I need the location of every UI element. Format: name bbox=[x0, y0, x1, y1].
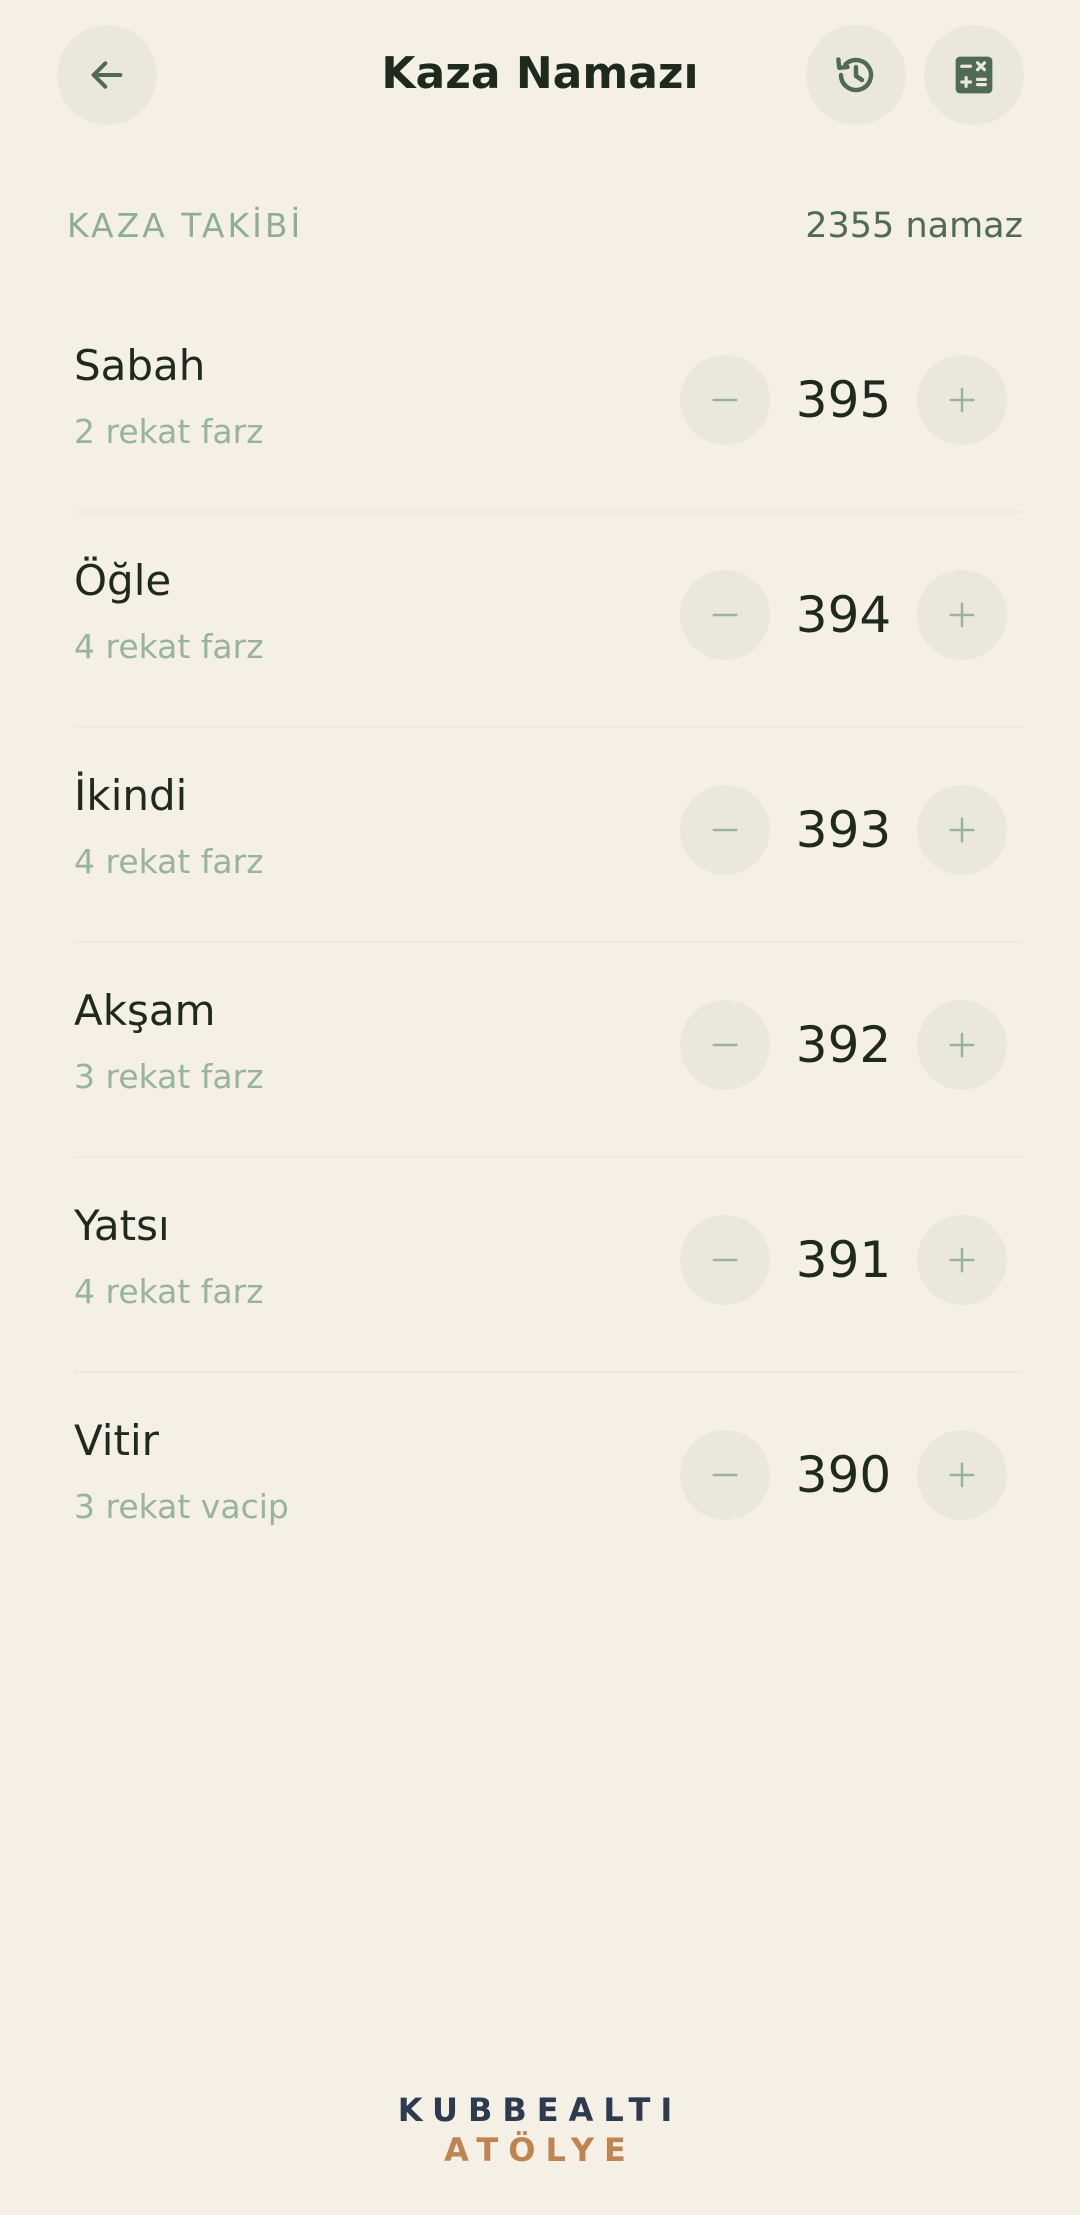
prayer-row-sabah: Sabah 2 rekat farz 395 bbox=[0, 298, 1080, 513]
prayer-count: 392 bbox=[795, 1016, 892, 1074]
prayer-name: Vitir bbox=[74, 1416, 159, 1465]
minus-icon bbox=[712, 1043, 738, 1047]
increment-button[interactable] bbox=[917, 1000, 1007, 1090]
plus-icon bbox=[949, 817, 975, 843]
prayer-row-ikindi: İkindi 4 rekat farz 393 bbox=[0, 728, 1080, 943]
prayer-row-yatsi: Yatsı 4 rekat farz 391 bbox=[0, 1158, 1080, 1373]
minus-icon bbox=[712, 1258, 738, 1262]
decrement-button[interactable] bbox=[680, 1000, 770, 1090]
increment-button[interactable] bbox=[917, 355, 1007, 445]
brand-logo-line1: KUBBEALTI bbox=[397, 2091, 683, 2129]
increment-button[interactable] bbox=[917, 570, 1007, 660]
prayer-row-ogle: Öğle 4 rekat farz 394 bbox=[0, 513, 1080, 728]
section-label: KAZA TAKİBİ bbox=[67, 206, 304, 245]
decrement-button[interactable] bbox=[680, 1215, 770, 1305]
minus-icon bbox=[712, 1473, 738, 1477]
history-icon bbox=[836, 57, 874, 93]
prayer-detail: 4 rekat farz bbox=[74, 1272, 264, 1311]
plus-icon bbox=[949, 1032, 975, 1058]
prayer-count: 394 bbox=[795, 586, 892, 644]
prayer-name: Akşam bbox=[74, 986, 216, 1035]
prayer-name: Öğle bbox=[74, 556, 172, 605]
prayer-name: Sabah bbox=[74, 341, 206, 390]
prayer-detail: 3 rekat farz bbox=[74, 1057, 264, 1096]
decrement-button[interactable] bbox=[680, 785, 770, 875]
prayer-detail: 4 rekat farz bbox=[74, 627, 264, 666]
prayer-count: 393 bbox=[795, 801, 892, 859]
decrement-button[interactable] bbox=[680, 570, 770, 660]
plus-icon bbox=[949, 602, 975, 628]
plus-icon bbox=[949, 387, 975, 413]
increment-button[interactable] bbox=[917, 1430, 1007, 1520]
prayer-name: Yatsı bbox=[74, 1201, 170, 1250]
increment-button[interactable] bbox=[917, 785, 1007, 875]
minus-icon bbox=[712, 613, 738, 617]
calculator-icon bbox=[955, 56, 993, 94]
total-count: 2355 namaz bbox=[805, 206, 1023, 246]
calculator-button[interactable] bbox=[924, 25, 1024, 125]
prayer-detail: 4 rekat farz bbox=[74, 842, 264, 881]
page-title: Kaza Namazı bbox=[381, 48, 699, 99]
prayer-row-aksam: Akşam 3 rekat farz 392 bbox=[0, 943, 1080, 1158]
prayer-name: İkindi bbox=[74, 771, 188, 820]
prayer-detail: 2 rekat farz bbox=[74, 412, 264, 451]
decrement-button[interactable] bbox=[680, 355, 770, 445]
prayer-count: 395 bbox=[795, 371, 892, 429]
prayer-count: 390 bbox=[795, 1446, 892, 1504]
minus-icon bbox=[712, 828, 738, 832]
decrement-button[interactable] bbox=[680, 1430, 770, 1520]
brand-logo-line2: ATÖLYE bbox=[444, 2131, 636, 2169]
plus-icon bbox=[949, 1247, 975, 1273]
prayer-detail: 3 rekat vacip bbox=[74, 1487, 289, 1526]
prayer-row-vitir: Vitir 3 rekat vacip 390 bbox=[0, 1373, 1080, 1588]
history-button[interactable] bbox=[806, 25, 906, 125]
prayer-count: 391 bbox=[795, 1231, 892, 1289]
plus-icon bbox=[949, 1462, 975, 1488]
minus-icon bbox=[712, 398, 738, 402]
increment-button[interactable] bbox=[917, 1215, 1007, 1305]
